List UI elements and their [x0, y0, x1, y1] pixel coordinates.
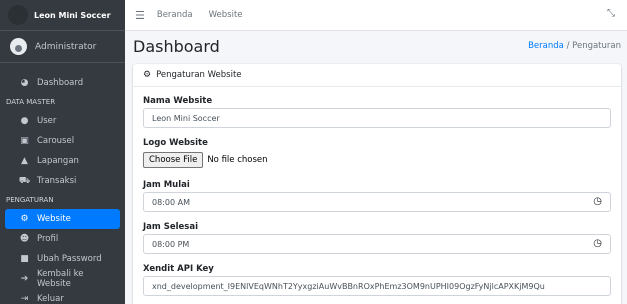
sidebar-item-dashboard[interactable]: ◕ Dashboard [5, 73, 120, 93]
sidebar-item-keluar[interactable]: ⇥ Keluar [5, 289, 120, 304]
sidebar-item-label: Ubah Password [37, 254, 102, 264]
breadcrumb-separator: / [566, 41, 570, 51]
sidebar-item-label: Dashboard [37, 78, 84, 88]
cogs-icon: ⚙ [143, 70, 152, 80]
sidebar-item-label: Keluar [37, 294, 64, 304]
sign-out-icon: ⇥ [20, 294, 29, 304]
card-header: ⚙ Pengaturan Website [133, 64, 621, 87]
jam-selesai-input[interactable]: 08:00 PM ◷ [143, 234, 611, 254]
sidebar-item-profil[interactable]: ☻ Profil [5, 229, 120, 249]
nav-link-website[interactable]: Website [209, 10, 243, 20]
jam-mulai-value: 08:00 AM [152, 197, 190, 207]
card-title: Pengaturan Website [156, 70, 242, 80]
sidebar: Leon Mini Soccer Administrator ◕ Dashboa… [0, 0, 125, 304]
file-status-text: No file chosen [207, 155, 268, 165]
logo-file-input: Choose File No file chosen [143, 150, 611, 170]
breadcrumb-current: Pengaturan [572, 41, 621, 51]
sidebar-item-label: Profil [37, 234, 59, 244]
cart-icon: ⛟ [18, 175, 31, 186]
sidebar-item-label: Kembali ke Website [36, 269, 84, 289]
breadcrumb: Beranda / Pengaturan [528, 41, 621, 51]
xendit-api-key-input[interactable]: xnd_development_I9ENlVEqWNhT2YyxgziAuWvB… [143, 276, 611, 296]
user-name: Administrator [35, 41, 97, 52]
sidebar-item-label: Carousel [37, 136, 75, 146]
nama-website-label: Nama Website [143, 95, 213, 106]
breadcrumb-link-beranda[interactable]: Beranda [528, 41, 564, 51]
sidebar-item-carousel[interactable]: ▣ Carousel [5, 131, 120, 151]
jam-selesai-value: 08:00 PM [152, 239, 190, 249]
nama-website-value: Leon Mini Soccer [152, 113, 220, 123]
nav-header-pengaturan: PENGATURAN [6, 196, 54, 204]
xendit-api-key-value: xnd_development_I9ENlVEqWNhT2YyxgziAuWvB… [152, 281, 545, 291]
clock-icon[interactable]: ◷ [593, 196, 602, 207]
building-icon: ▲ [21, 156, 28, 166]
clock-icon[interactable]: ◷ [593, 238, 602, 249]
hamburger-menu-icon[interactable]: ☰ [135, 9, 145, 22]
sidebar-item-label: User [37, 116, 57, 126]
page-title: Dashboard [133, 37, 220, 56]
sidebar-item-label: Transaksi [37, 176, 77, 186]
arrow-circle-icon: ➔ [20, 274, 29, 284]
sidebar-item-label: Website [37, 214, 71, 224]
sidebar-item-transaksi[interactable]: ⛟ Transaksi [5, 171, 120, 191]
card-body: Nama Website Leon Mini Soccer Logo Websi… [133, 87, 621, 296]
nav-header-data-master: DATA MASTER [6, 98, 56, 106]
jam-mulai-label: Jam Mulai [143, 179, 190, 190]
xendit-api-key-label: Xendit API Key [143, 263, 214, 274]
fullscreen-expand-icon[interactable]: ⤡ [607, 8, 615, 19]
logo-website-label: Logo Website [143, 137, 208, 148]
avatar [10, 38, 27, 55]
user-panel[interactable]: Administrator [0, 31, 125, 63]
sidebar-item-user[interactable]: ● User [5, 111, 120, 131]
jam-mulai-input[interactable]: 08:00 AM ◷ [143, 192, 611, 212]
sidebar-item-label: Lapangan [37, 156, 79, 166]
jam-selesai-label: Jam Selesai [143, 221, 198, 232]
sidebar-item-ubah-password[interactable]: ■ Ubah Password [5, 249, 120, 269]
cogs-icon: ⚙ [20, 214, 29, 224]
choose-file-button[interactable]: Choose File [143, 152, 204, 168]
brand-link[interactable]: Leon Mini Soccer [0, 0, 125, 31]
sidebar-item-lapangan[interactable]: ▲ Lapangan [5, 151, 120, 171]
brand-logo [8, 5, 28, 25]
lock-icon: ■ [20, 254, 29, 264]
brand-text: Leon Mini Soccer [34, 10, 111, 20]
users-icon: ● [20, 116, 29, 126]
tachometer-icon: ◕ [20, 78, 29, 88]
top-navbar: ☰ Beranda Website ⤡ [125, 0, 627, 31]
sidebar-item-website[interactable]: ⚙ Website [5, 209, 120, 229]
nama-website-input[interactable]: Leon Mini Soccer [143, 108, 611, 128]
nav-link-beranda[interactable]: Beranda [157, 10, 193, 20]
user-tie-icon: ☻ [19, 234, 30, 244]
settings-card: ⚙ Pengaturan Website Nama Website Leon M… [133, 64, 621, 304]
image-icon: ▣ [20, 136, 29, 146]
sidebar-item-kembali[interactable]: ➔ Kembali ke Website [5, 269, 120, 289]
